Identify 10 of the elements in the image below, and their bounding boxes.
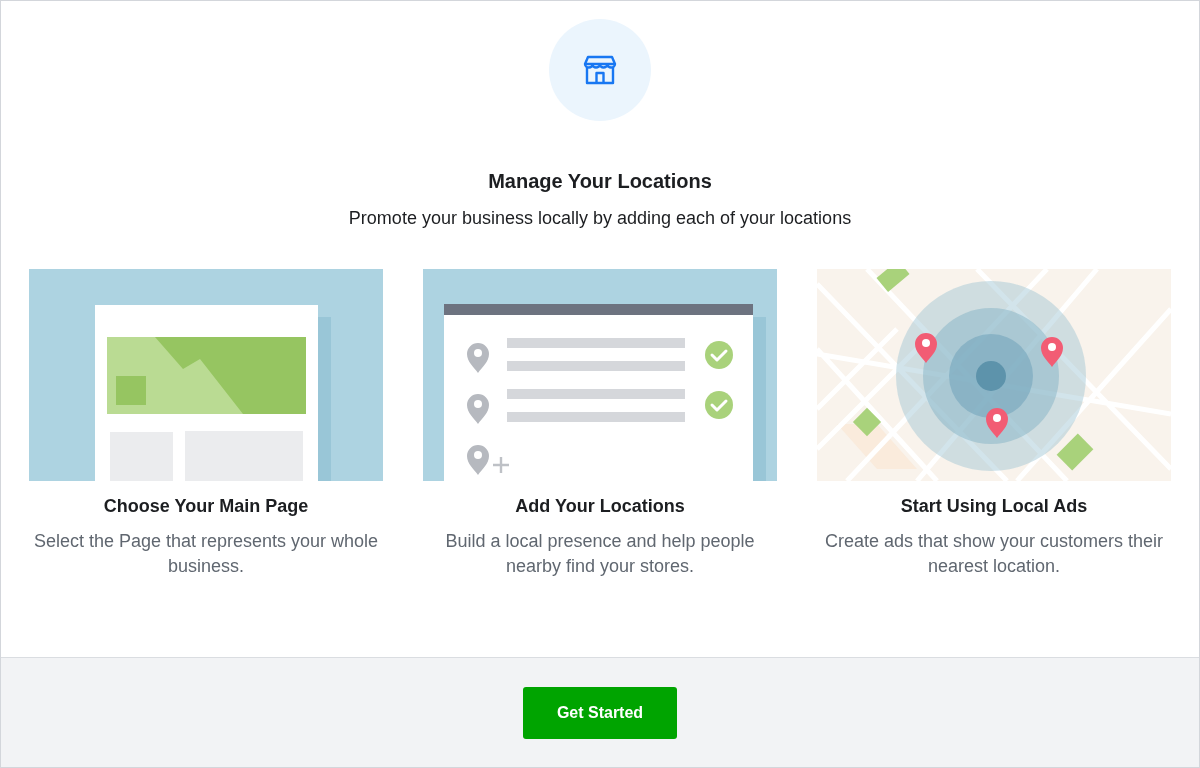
- step-title: Choose Your Main Page: [103, 495, 309, 517]
- dialog-subtitle: Promote your business locally by adding each of your locations: [348, 207, 852, 229]
- step-description: Create ads that show your customers their nearest location.: [823, 530, 1165, 578]
- step-title: Start Using Local Ads: [900, 495, 1088, 517]
- store-icon: [583, 54, 617, 86]
- step-title: Add Your Locations: [515, 495, 685, 517]
- step-description: Select the Page that represents your whole business.: [32, 530, 380, 578]
- get-started-button[interactable]: Get Started: [523, 686, 677, 739]
- step-description: Build a local presence and help people nearby find your stores.: [444, 530, 756, 578]
- dialog-title: Manage Your Locations: [488, 169, 712, 193]
